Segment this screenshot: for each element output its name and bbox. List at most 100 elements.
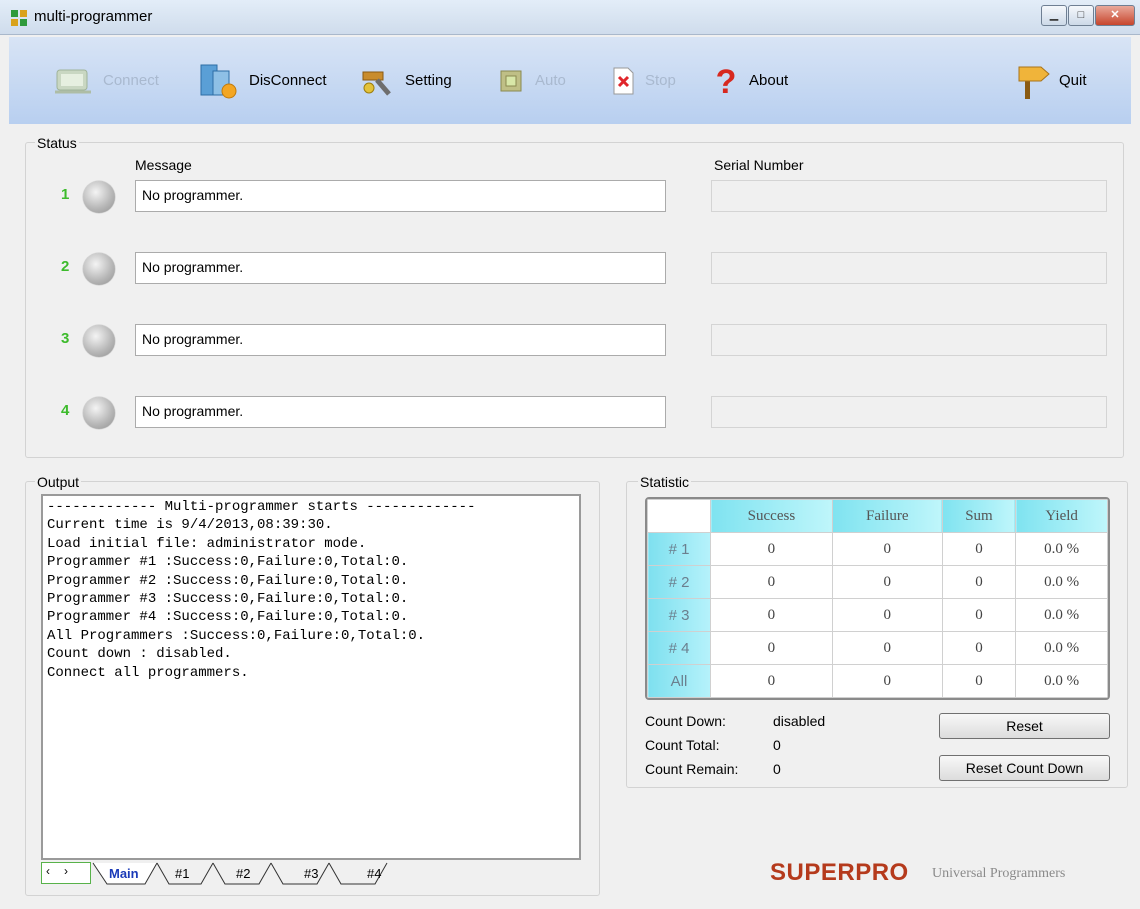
tab-4[interactable]: #4 (367, 866, 381, 881)
maximize-button[interactable]: □ (1068, 5, 1094, 26)
yield-cell: 0.0 % (1015, 631, 1108, 665)
scroll-right-icon[interactable]: › (64, 864, 68, 878)
row-header: # 2 (647, 565, 711, 599)
table-row: # 4 0 0 0 0.0 % (647, 631, 1108, 665)
disconnect-button[interactable]: DisConnect (195, 37, 327, 124)
output-group-label: Output (35, 474, 82, 490)
minimize-button[interactable]: ▁ (1041, 5, 1067, 26)
yield-cell: 0.0 % (1015, 664, 1108, 698)
log-line: Programmer #2 :Success:0,Failure:0,Total… (47, 572, 409, 589)
brand-tagline: Universal Programmers (932, 866, 1066, 881)
failure-cell: 0 (831, 532, 943, 566)
reset-count-down-button[interactable]: Reset Count Down (939, 755, 1110, 781)
tab-main[interactable]: Main (109, 866, 139, 881)
output-log[interactable]: ------------- Multi-programmer starts --… (41, 494, 581, 860)
sum-cell: 0 (941, 631, 1017, 665)
quit-button[interactable]: Quit (1015, 37, 1087, 124)
stop-button[interactable]: Stop (609, 37, 676, 124)
message-field: No programmer. (135, 324, 666, 356)
serial-number-field (711, 180, 1107, 212)
log-line: Programmer #1 :Success:0,Failure:0,Total… (47, 554, 409, 571)
table-corner (647, 499, 711, 533)
failure-cell: 0 (831, 631, 943, 665)
count-remain-value: 0 (773, 761, 781, 777)
question-icon: ? (716, 63, 737, 99)
success-cell: 0 (710, 631, 833, 665)
serial-number-field (711, 396, 1107, 428)
log-line: All Programmers :Success:0,Failure:0,Tot… (47, 627, 426, 644)
message-header: Message (135, 157, 192, 173)
success-cell: 0 (710, 532, 833, 566)
sum-cell: 0 (941, 532, 1017, 566)
scroll-left-icon[interactable]: ‹ (46, 864, 50, 878)
log-line: Load initial file: administrator mode. (47, 535, 367, 552)
failure-cell: 0 (831, 565, 943, 599)
failure-cell: 0 (831, 664, 943, 698)
status-led (83, 181, 115, 213)
auto-button[interactable]: Auto (495, 37, 566, 124)
close-button[interactable]: ✕ (1095, 5, 1135, 26)
connect-button[interactable]: Connect (51, 37, 159, 124)
statistic-table: Success Failure Sum Yield # 1 0 0 0 0.0 … (645, 497, 1110, 700)
column-header-yield: Yield (1015, 499, 1108, 533)
about-button[interactable]: ? About (711, 37, 789, 124)
serial-number-field (711, 252, 1107, 284)
superpro-logo: SUPERPRO (770, 859, 909, 886)
sum-cell: 0 (941, 664, 1017, 698)
log-line: Count down : disabled. (47, 646, 232, 663)
row-header: All (647, 664, 711, 698)
count-down-value: disabled (773, 713, 826, 729)
yield-cell: 0.0 % (1015, 598, 1108, 632)
log-line: Programmer #4 :Success:0,Failure:0,Total… (47, 609, 409, 626)
programmer-number: 3 (61, 330, 70, 347)
title-bar: multi-programmer ▁ □ ✕ (0, 0, 1140, 35)
count-remain-label: Count Remain: (645, 761, 739, 777)
success-cell: 0 (710, 598, 833, 632)
serial-number-field (711, 324, 1107, 356)
window-title: multi-programmer (34, 8, 153, 25)
row-header: # 4 (647, 631, 711, 665)
serial-number-header: Serial Number (714, 157, 804, 173)
setting-button[interactable]: Setting (357, 37, 452, 124)
message-field: No programmer. (135, 396, 666, 428)
message-field: No programmer. (135, 180, 666, 212)
disconnect-icon (200, 64, 237, 98)
programmer-number: 4 (61, 402, 70, 419)
yield-cell: 0.0 % (1015, 532, 1108, 566)
status-led (83, 253, 115, 285)
tab-scroll-buttons: ‹ › (41, 862, 91, 884)
programmer-number: 1 (61, 186, 70, 203)
sum-cell: 0 (941, 598, 1017, 632)
log-line: Programmer #3 :Success:0,Failure:0,Total… (47, 591, 409, 608)
column-header-failure: Failure (831, 499, 943, 533)
success-cell: 0 (710, 664, 833, 698)
message-field: No programmer. (135, 252, 666, 284)
tab-2[interactable]: #2 (236, 866, 250, 881)
log-line: Current time is 9/4/2013,08:39:30. (47, 517, 333, 534)
count-total-value: 0 (773, 737, 781, 753)
status-led (83, 397, 115, 429)
setting-icon (362, 71, 391, 96)
table-row: # 3 0 0 0 0.0 % (647, 598, 1108, 632)
failure-cell: 0 (831, 598, 943, 632)
row-header: # 3 (647, 598, 711, 632)
count-total-label: Count Total: (645, 737, 720, 753)
log-line: ------------- Multi-programmer starts --… (47, 499, 476, 515)
status-group-label: Status (35, 135, 79, 151)
connect-icon (55, 69, 91, 93)
success-cell: 0 (710, 565, 833, 599)
svg-text:?: ? (716, 63, 737, 99)
status-led (83, 325, 115, 357)
count-down-label: Count Down: (645, 713, 726, 729)
toolbar: Connect DisConnect Setting Auto Stop ? A… (9, 37, 1131, 124)
tab-1[interactable]: #1 (175, 866, 189, 881)
app-icon (11, 10, 27, 26)
reset-button[interactable]: Reset (939, 713, 1110, 739)
table-row: All 0 0 0 0.0 % (647, 664, 1108, 698)
tab-3[interactable]: #3 (304, 866, 318, 881)
column-header-sum: Sum (941, 499, 1017, 533)
statistic-group-label: Statistic (638, 474, 692, 490)
sum-cell: 0 (941, 565, 1017, 599)
table-row: # 2 0 0 0 0.0 % (647, 565, 1108, 599)
yield-cell: 0.0 % (1015, 565, 1108, 599)
